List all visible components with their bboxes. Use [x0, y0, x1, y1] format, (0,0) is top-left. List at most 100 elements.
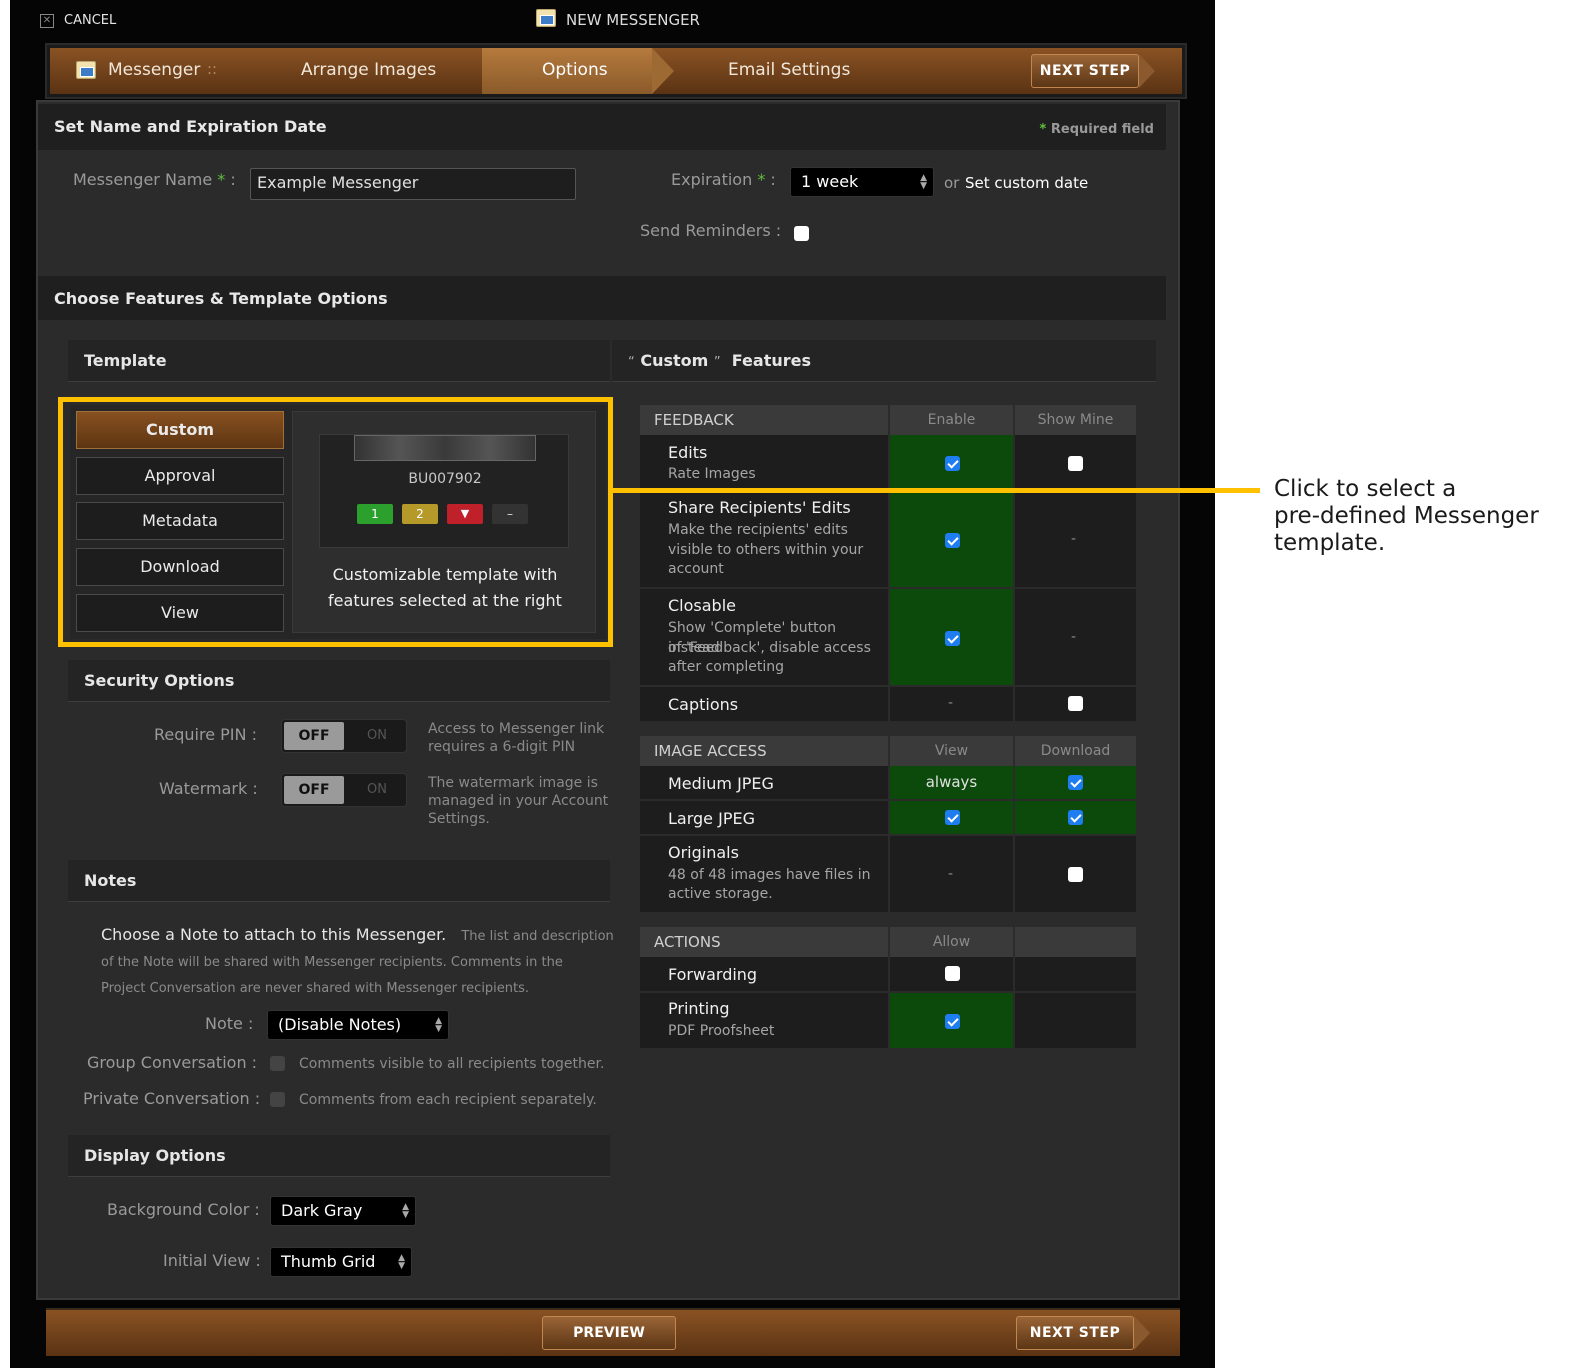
edits-show-mine-checkbox[interactable]	[1068, 456, 1083, 471]
closable-enable-checkbox[interactable]	[945, 631, 960, 646]
large-jpeg-download-checkbox[interactable]	[1068, 810, 1083, 825]
toggle-on[interactable]: ON	[352, 722, 402, 750]
features-word: Features	[731, 351, 811, 370]
originals-download-cell	[1015, 836, 1136, 912]
or-text: or	[944, 174, 960, 192]
share-edits-enable-checkbox[interactable]	[945, 533, 960, 548]
access-name: Originals	[668, 843, 739, 862]
divider	[1013, 927, 1015, 957]
feedback-header: FEEDBACK	[654, 411, 734, 429]
forwarding-allow-cell	[890, 957, 1013, 991]
notes-desc-line: Project Conversation are never shared wi…	[101, 981, 530, 996]
display-title: Display Options	[84, 1146, 226, 1165]
edits-enable-checkbox[interactable]	[945, 456, 960, 471]
captions-show-mine-cell	[1015, 687, 1136, 721]
step-options[interactable]: Options	[542, 60, 608, 80]
note-select[interactable]: (Disable Notes) ▲ ▼	[267, 1010, 449, 1040]
step-messenger[interactable]: Messenger	[108, 60, 200, 80]
actions-table-header: ACTIONS Allow	[640, 927, 1136, 957]
medium-jpeg-view-cell: always	[890, 766, 1013, 799]
toggle-off[interactable]: OFF	[284, 722, 344, 750]
pin-help: Access to Messenger link requires a 6-di…	[428, 720, 604, 756]
toggle-on[interactable]: ON	[352, 776, 402, 804]
step-email-settings[interactable]: Email Settings	[728, 60, 850, 80]
feature-desc: visible to others within your	[668, 542, 864, 558]
cancel-button[interactable]: CANCEL	[64, 13, 116, 28]
col-enable: Enable	[927, 412, 976, 428]
feature-desc: account	[668, 561, 724, 577]
require-pin-toggle[interactable]: OFF ON	[281, 719, 407, 753]
messenger-icon	[536, 9, 556, 27]
select-arrows-icon: ▲ ▼	[398, 1253, 405, 1271]
closable-show-mine-cell: -	[1015, 589, 1136, 685]
private-conversation-help: Comments from each recipient separately.	[299, 1092, 597, 1108]
callout-line-text: Click to select a	[1274, 476, 1457, 502]
next-step-arrow	[1134, 1316, 1150, 1350]
step-separator: ::	[207, 60, 218, 78]
feature-row-share-edits: Share Recipients' Edits Make the recipie…	[640, 491, 888, 587]
captions-show-mine-checkbox[interactable]	[1068, 696, 1083, 711]
large-jpeg-download-cell	[1015, 801, 1136, 834]
access-row-medium-jpeg: Medium JPEG	[640, 766, 888, 799]
printing-allow-checkbox[interactable]	[945, 1014, 960, 1029]
notes-intro-small: The list and description	[461, 929, 614, 944]
feature-desc: after completing	[668, 659, 784, 675]
security-title: Security Options	[84, 671, 235, 690]
window-title: NEW MESSENGER	[566, 11, 700, 29]
template-name: Custom	[640, 351, 709, 370]
originals-download-checkbox[interactable]	[1068, 867, 1083, 882]
select-arrows-icon: ▲ ▼	[402, 1202, 409, 1220]
section-title: Choose Features & Template Options	[54, 289, 388, 308]
background-color-select[interactable]: Dark Gray ▲ ▼	[270, 1196, 416, 1226]
feature-desc: Make the recipients' edits	[668, 522, 848, 538]
private-conversation-checkbox[interactable]	[270, 1092, 285, 1107]
image-access-header: IMAGE ACCESS	[654, 742, 767, 760]
feature-desc: of 'Feedback', disable access	[668, 640, 871, 656]
feature-name: Edits	[668, 443, 708, 462]
action-desc: PDF Proofsheet	[668, 1023, 775, 1039]
require-pin-label: Require PIN :	[154, 725, 257, 744]
notes-intro-main: Choose a Note to attach to this Messenge…	[101, 925, 447, 944]
dash: -	[948, 695, 954, 711]
watermark-label: Watermark :	[159, 779, 258, 798]
messenger-name-field[interactable]: Example Messenger	[250, 168, 576, 200]
next-step-button[interactable]: NEXT STEP	[1031, 54, 1139, 88]
messenger-icon	[76, 61, 96, 79]
expiration-select[interactable]: 1 week ▲ ▼	[790, 167, 934, 197]
pin-help-line: Access to Messenger link	[428, 721, 605, 737]
security-header: Security Options	[68, 660, 610, 702]
initial-view-value: Thumb Grid	[281, 1252, 376, 1271]
title-bar: ✕ CANCEL NEW MESSENGER	[10, 0, 1215, 42]
initial-view-select[interactable]: Thumb Grid ▲ ▼	[270, 1247, 412, 1277]
feature-desc: Rate Images	[668, 466, 756, 482]
group-conversation-checkbox[interactable]	[270, 1056, 285, 1071]
messenger-name-label-text: Messenger Name	[73, 170, 213, 189]
step-arrange-images[interactable]: Arrange Images	[301, 60, 436, 80]
watermark-toggle[interactable]: OFF ON	[281, 773, 407, 807]
feature-name: Captions	[668, 695, 739, 714]
medium-jpeg-download-checkbox[interactable]	[1068, 775, 1083, 790]
set-custom-date-link[interactable]: Set custom date	[965, 174, 1088, 192]
medium-jpeg-download-cell	[1015, 766, 1136, 799]
watermark-help: The watermark image is managed in your A…	[428, 774, 608, 828]
callout-text: Click to select a pre-defined Messenger …	[1274, 476, 1574, 557]
action-row-printing: Printing PDF Proofsheet	[640, 993, 888, 1048]
wm-help-line: Settings.	[428, 811, 490, 827]
close-icon[interactable]: ✕	[40, 14, 54, 28]
callout-line	[613, 488, 1260, 493]
large-jpeg-view-checkbox[interactable]	[945, 810, 960, 825]
preview-button[interactable]: PREVIEW	[542, 1316, 676, 1350]
feature-name: Share Recipients' Edits	[668, 498, 851, 517]
display-header: Display Options	[68, 1135, 610, 1177]
footer-next-step-button[interactable]: NEXT STEP	[1016, 1316, 1134, 1350]
note-value: (Disable Notes)	[278, 1015, 402, 1034]
toggle-off[interactable]: OFF	[284, 776, 344, 804]
feature-row-closable: Closable Show 'Complete' button instead …	[640, 589, 888, 685]
captions-enable-cell: -	[890, 687, 1013, 721]
col-view: View	[934, 743, 969, 759]
edits-enable-cell	[890, 435, 1013, 489]
forwarding-allow-checkbox[interactable]	[945, 966, 960, 981]
select-arrows-icon: ▲ ▼	[920, 173, 927, 191]
send-reminders-checkbox[interactable]	[794, 226, 809, 241]
callout-line-text: template.	[1274, 530, 1386, 556]
